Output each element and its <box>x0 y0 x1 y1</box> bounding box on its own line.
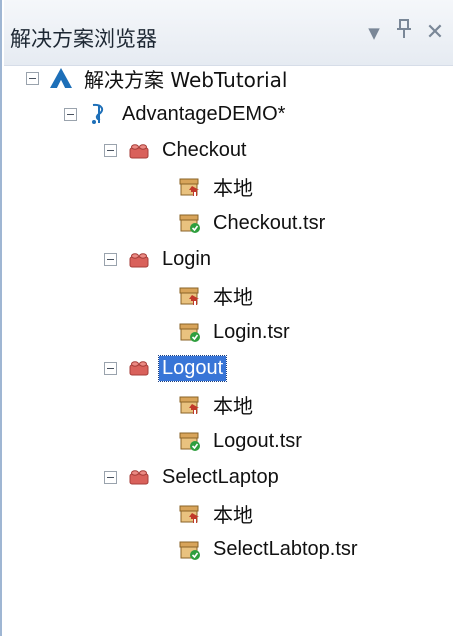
local-label: 本地 <box>213 503 253 528</box>
local-label: 本地 <box>213 285 253 310</box>
script-file-icon <box>178 538 202 562</box>
solution-icon <box>49 66 73 90</box>
collapse-toggle-icon[interactable] <box>104 253 117 266</box>
script-label: Login.tsr <box>213 320 290 343</box>
tree-node-local[interactable]: 本地 <box>178 387 256 423</box>
action-label: Logout <box>157 354 228 382</box>
tree-node-local[interactable]: 本地 <box>178 496 256 532</box>
tree-node-local[interactable]: 本地 <box>178 278 256 314</box>
collapse-toggle-icon[interactable] <box>26 71 39 85</box>
script-file-icon <box>178 211 202 235</box>
local-data-icon <box>178 175 202 199</box>
tree-node-action[interactable]: Login <box>104 242 214 278</box>
tree-node-script[interactable]: Checkout.tsr <box>178 205 328 241</box>
action-brick-icon <box>127 465 151 489</box>
script-label: Checkout.tsr <box>213 211 326 234</box>
panel-title: 解决方案浏览器 <box>10 27 157 51</box>
panel-titlebar: 解决方案浏览器 ▼ ✕ <box>4 0 453 66</box>
project-icon <box>87 102 111 126</box>
script-file-icon <box>178 320 202 344</box>
tree-node-action[interactable]: Checkout <box>104 133 250 169</box>
script-label: SelectLabtop.tsr <box>213 538 358 561</box>
local-label: 本地 <box>213 176 253 201</box>
tree-node-script[interactable]: SelectLabtop.tsr <box>178 532 361 568</box>
tree-node-local[interactable]: 本地 <box>178 169 256 205</box>
solution-explorer-panel: 解决方案浏览器 ▼ ✕ 解决方案 WebTutorial AdvantageDEM… <box>0 0 453 636</box>
collapse-toggle-icon[interactable] <box>104 470 117 484</box>
action-label: Checkout <box>162 139 247 162</box>
project-label: AdvantageDEMO* <box>122 102 286 125</box>
local-data-icon <box>178 393 202 417</box>
collapse-toggle-icon[interactable] <box>64 107 77 121</box>
tree-node-project[interactable]: AdvantageDEMO* <box>64 96 288 132</box>
tree-node-solution[interactable]: 解决方案 WebTutorial <box>26 60 291 96</box>
tree-node-script[interactable]: Login.tsr <box>178 314 293 350</box>
local-label: 本地 <box>213 394 253 419</box>
dropdown-icon[interactable]: ▼ <box>361 18 387 48</box>
solution-label: 解决方案 WebTutorial <box>84 67 288 92</box>
action-label: SelectLaptop <box>162 465 279 488</box>
tree-node-action[interactable]: Logout <box>104 350 228 386</box>
action-label: Login <box>162 248 211 270</box>
tree-node-action[interactable]: SelectLaptop <box>104 459 282 495</box>
pin-glyph <box>397 19 411 38</box>
collapse-toggle-icon[interactable] <box>104 361 117 375</box>
script-label: Logout.tsr <box>213 429 302 452</box>
tree-node-script[interactable]: Logout.tsr <box>178 423 305 459</box>
collapse-toggle-icon[interactable] <box>104 144 117 158</box>
local-data-icon <box>178 502 202 526</box>
action-brick-icon <box>127 248 151 272</box>
local-data-icon <box>178 284 202 308</box>
action-brick-icon <box>127 139 151 163</box>
close-icon[interactable]: ✕ <box>422 18 448 48</box>
action-brick-icon <box>127 356 151 380</box>
pin-icon[interactable] <box>391 18 417 48</box>
script-file-icon <box>178 429 202 453</box>
